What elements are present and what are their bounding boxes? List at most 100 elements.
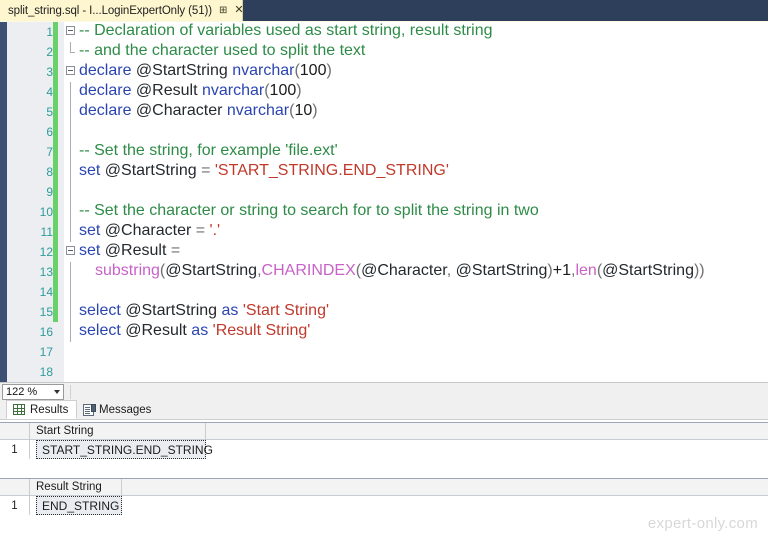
- zoom-level-dropdown[interactable]: 122 %: [2, 384, 64, 400]
- outline-marker: [66, 362, 78, 382]
- tab-results[interactable]: Results: [6, 400, 78, 419]
- outline-line: [70, 142, 71, 162]
- line-number: 3: [46, 65, 53, 79]
- grid-cell-value[interactable]: END_STRING: [36, 496, 122, 515]
- code-line-text: -- Set the character or string to search…: [79, 202, 539, 220]
- code-token: @StartString: [125, 302, 222, 319]
- code-token: -- Declaration of variables used as star…: [79, 22, 493, 39]
- outline-marker: [66, 262, 78, 282]
- zoom-level-value: 122 %: [6, 386, 38, 398]
- code-token: declare: [79, 82, 136, 99]
- outline-line: [70, 282, 71, 302]
- code-token: nvarchar: [232, 62, 295, 79]
- code-token: @Character: [104, 222, 196, 239]
- code-line-text: declare @Character nvarchar(10): [79, 102, 318, 120]
- code-line-text: select @StartString as 'Start String': [79, 302, 329, 320]
- outline-marker[interactable]: [66, 62, 78, 82]
- code-token: 'START_STRING.END_STRING': [214, 162, 449, 179]
- outline-line: [70, 82, 71, 102]
- code-line-text: declare @StartString nvarchar(100): [79, 62, 332, 80]
- change-indicator-bar: [53, 302, 58, 322]
- outline-marker: [66, 182, 78, 202]
- tab-messages[interactable]: Messages: [76, 400, 160, 419]
- grid-cell-value[interactable]: START_STRING.END_STRING: [36, 440, 213, 459]
- change-indicator-bar: [53, 322, 58, 342]
- pin-tab-icon[interactable]: ⊞: [219, 5, 227, 16]
- code-token: declare: [79, 62, 136, 79]
- change-indicator-bar: [53, 362, 58, 382]
- line-number: 1: [46, 25, 53, 39]
- code-token: set: [79, 242, 105, 259]
- line-number: 11: [40, 225, 53, 239]
- code-token: substring: [95, 262, 160, 279]
- change-indicator-bar: [53, 202, 58, 222]
- code-token: as: [191, 322, 213, 339]
- code-token: @Result: [125, 322, 192, 339]
- status-bar-divider: [70, 385, 71, 399]
- sql-editor[interactable]: 1 -- Declaration of variables used as sta…: [0, 21, 768, 382]
- outline-marker: [66, 222, 78, 242]
- change-indicator-bar: [53, 282, 58, 302]
- outline-elbow: [70, 42, 75, 53]
- outline-line: [70, 222, 71, 242]
- code-token: @StartString: [602, 262, 694, 279]
- change-indicator-bar: [53, 222, 58, 242]
- results-tab-strip: Results Messages: [0, 400, 768, 420]
- line-number: 7: [46, 145, 53, 159]
- change-indicator-bar: [53, 142, 58, 162]
- code-token: declare: [79, 102, 136, 119]
- outline-marker: [66, 282, 78, 302]
- grid-row-number[interactable]: 1: [0, 440, 30, 459]
- code-token: @Character: [361, 262, 447, 279]
- outline-line: [70, 262, 71, 282]
- collapse-toggle-icon[interactable]: [66, 246, 75, 255]
- outline-marker: [66, 142, 78, 162]
- outline-marker[interactable]: [66, 242, 78, 262]
- outline-marker: [66, 42, 78, 62]
- code-token: '.': [209, 222, 221, 239]
- code-token: select: [79, 322, 126, 339]
- change-indicator-bar: [53, 102, 58, 122]
- grid-header-filler: [206, 423, 768, 440]
- grid-corner-header[interactable]: [0, 423, 30, 440]
- chevron-down-icon[interactable]: [54, 390, 60, 394]
- grid-icon: [13, 404, 25, 415]
- code-token: ): [326, 62, 332, 79]
- code-token: )): [693, 262, 705, 279]
- line-number: 12: [39, 245, 53, 259]
- code-token: set: [79, 162, 105, 179]
- line-number: 5: [46, 105, 53, 119]
- line-number: 9: [46, 185, 53, 199]
- grid-row-number[interactable]: 1: [0, 496, 30, 515]
- outline-line: [70, 102, 71, 122]
- code-token: -- and the character used to split the t…: [79, 42, 366, 59]
- change-indicator-bar: [53, 42, 58, 62]
- change-indicator-bar: [53, 22, 58, 42]
- code-token: @Character: [135, 102, 227, 119]
- outline-line: [70, 182, 71, 202]
- code-token: as: [221, 302, 243, 319]
- line-number: 15: [39, 305, 53, 319]
- collapse-toggle-icon[interactable]: [66, 66, 75, 75]
- line-number: 16: [39, 325, 53, 339]
- grid-corner-header[interactable]: [0, 479, 30, 496]
- code-token: @StartString: [104, 162, 202, 179]
- document-tab-split-string-sql[interactable]: split_string.sql - I...LoginExpertOnly (…: [0, 0, 244, 21]
- collapse-toggle-icon[interactable]: [66, 26, 75, 35]
- result-grid-start-string[interactable]: Start String 1 START_STRING.END_STRING: [0, 422, 768, 475]
- grid-column-header[interactable]: Start String: [30, 423, 206, 440]
- code-token: select: [79, 302, 126, 319]
- code-line-text: -- Set the string, for example 'file.ext…: [79, 142, 338, 160]
- grid-column-header[interactable]: Result String: [30, 479, 122, 496]
- code-token: @StartString: [455, 262, 548, 279]
- code-line-text: select @Result as 'Result String': [79, 322, 310, 340]
- outline-marker: [66, 322, 78, 342]
- line-number: 18: [39, 365, 53, 379]
- code-token: @Result: [104, 242, 171, 259]
- close-tab-icon[interactable]: ✕: [234, 5, 243, 16]
- document-tab-strip: split_string.sql - I...LoginExpertOnly (…: [0, 0, 768, 21]
- change-indicator-bar: [53, 342, 58, 362]
- change-indicator-bar: [53, 262, 58, 282]
- outline-marker[interactable]: [66, 22, 78, 42]
- outline-marker: [66, 202, 78, 222]
